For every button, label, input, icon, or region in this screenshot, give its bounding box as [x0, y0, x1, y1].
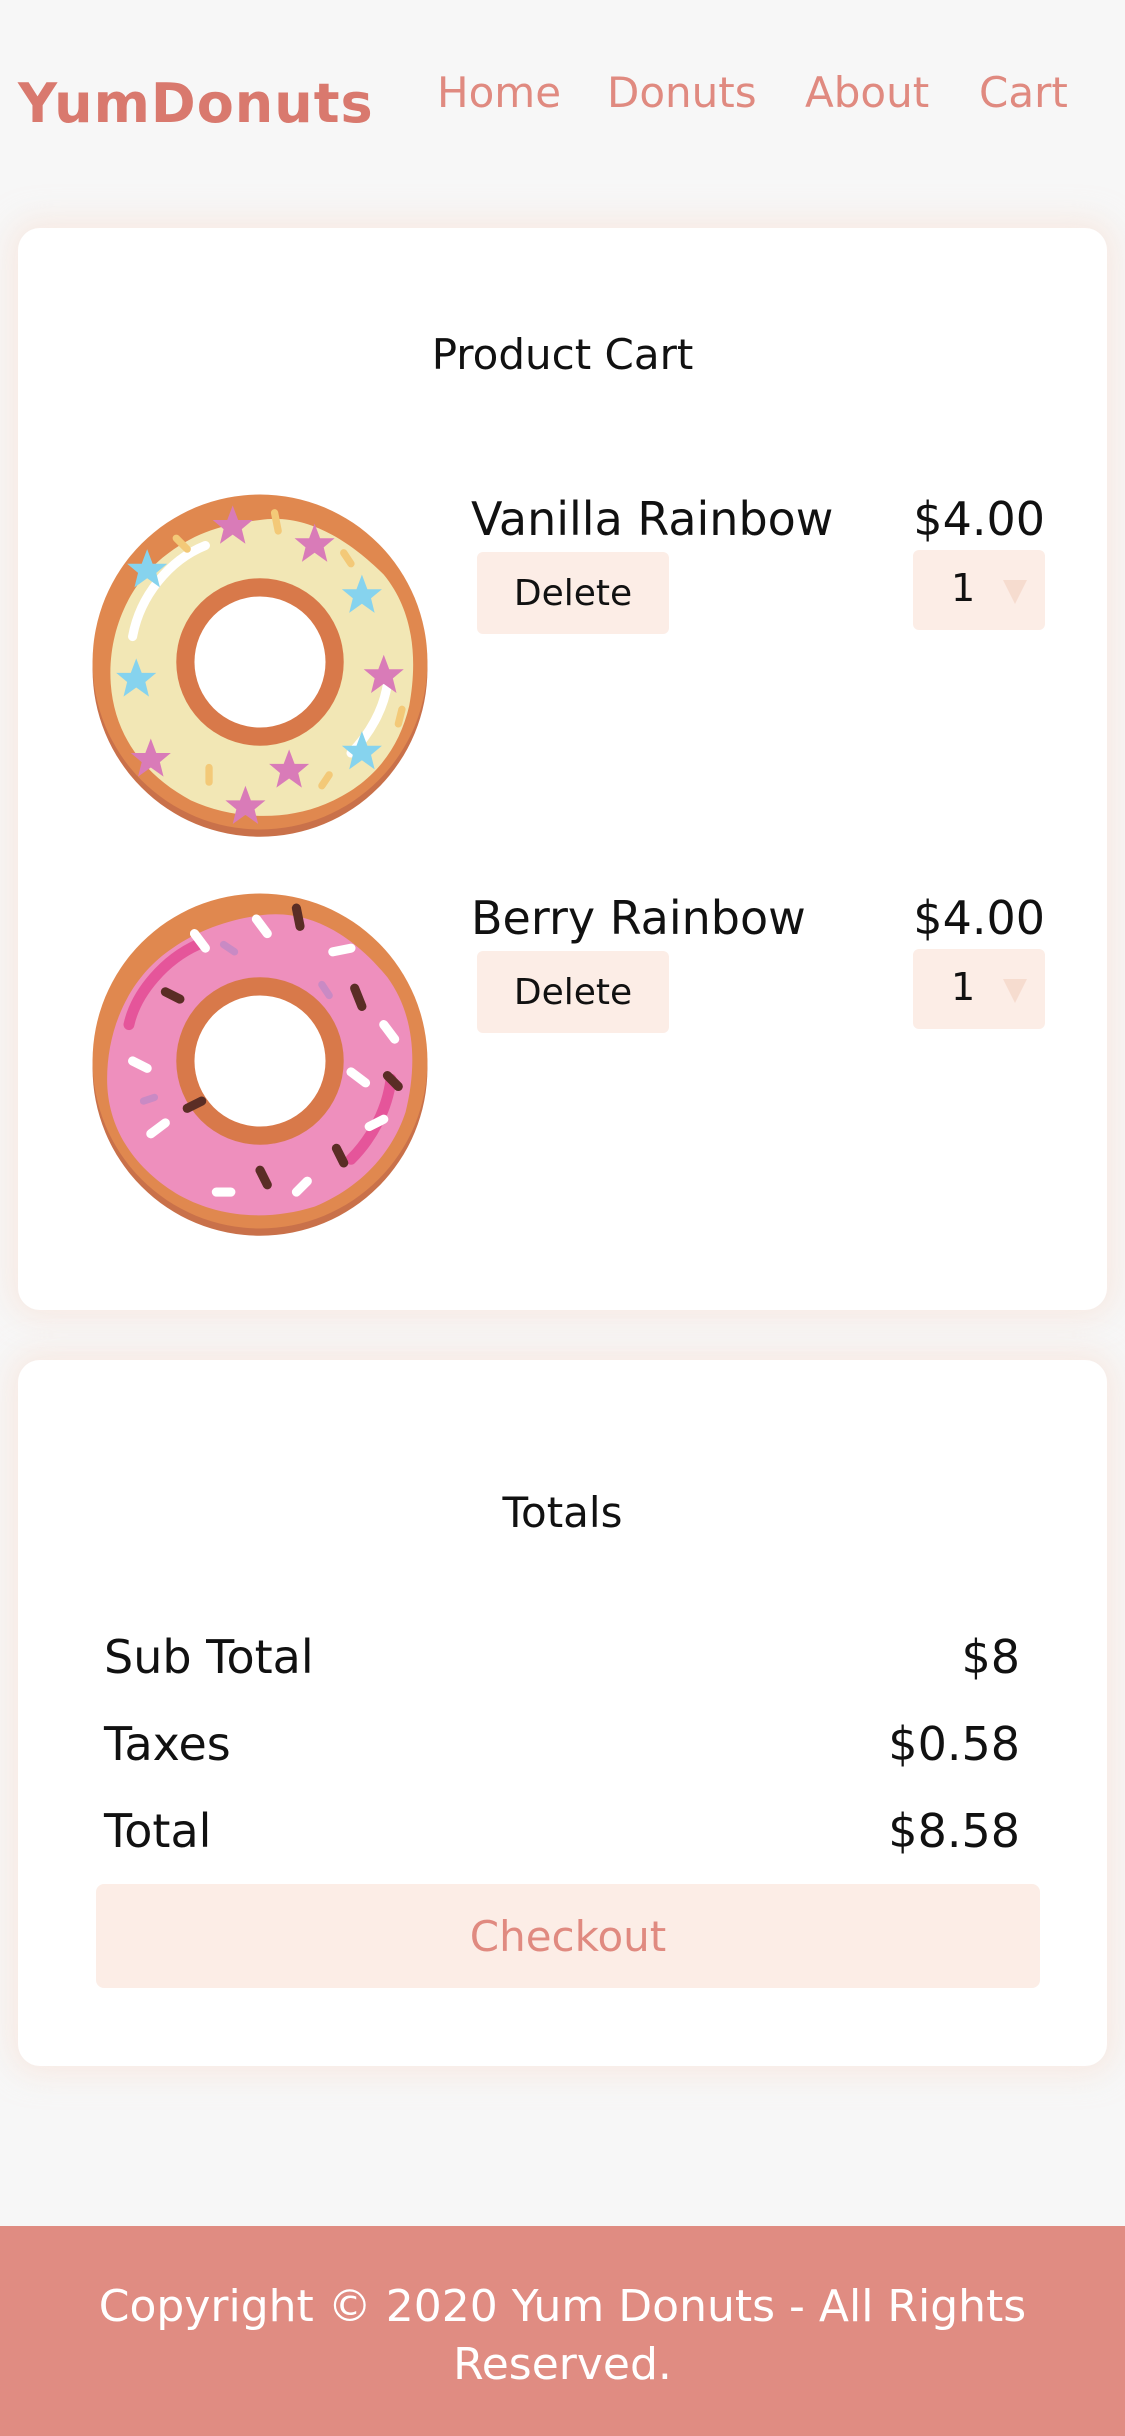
- nav-home[interactable]: Home: [437, 68, 561, 117]
- totals-card: Totals Sub Total $8 Taxes $0.58 Total $8…: [18, 1360, 1107, 2066]
- quantity-select[interactable]: 1: [913, 550, 1045, 630]
- quantity-value: 1: [951, 965, 976, 1009]
- chevron-down-icon: [1003, 580, 1027, 604]
- total-label: Total: [104, 1804, 212, 1858]
- taxes-label: Taxes: [104, 1717, 231, 1771]
- delete-button[interactable]: Delete: [477, 552, 669, 634]
- cart-item: Vanilla Rainbow Delete $4.00 1: [18, 480, 1107, 860]
- item-price: $4.00: [913, 492, 1045, 546]
- subtotal-row: Sub Total $8: [104, 1630, 1020, 1690]
- item-name: Berry Rainbow: [471, 891, 806, 945]
- main-nav: Home Donuts About Cart: [0, 68, 1125, 128]
- taxes-row: Taxes $0.58: [104, 1717, 1020, 1777]
- delete-button[interactable]: Delete: [477, 951, 669, 1033]
- subtotal-label: Sub Total: [104, 1630, 314, 1684]
- nav-donuts[interactable]: Donuts: [607, 68, 757, 117]
- totals-title: Totals: [502, 1488, 623, 1537]
- item-name: Vanilla Rainbow: [471, 492, 834, 546]
- total-row: Total $8.58: [104, 1804, 1020, 1864]
- copyright-text: Copyright © 2020 Yum Donuts - All Rights…: [98, 2281, 1027, 2390]
- checkout-button[interactable]: Checkout: [96, 1884, 1040, 1988]
- berry-donut-icon: [92, 893, 428, 1236]
- item-price: $4.00: [913, 891, 1045, 945]
- cart-item: Berry Rainbow Delete $4.00 1: [18, 879, 1107, 1259]
- product-cart-card: Product Cart Vanilla Rainbow Delete $4.0…: [18, 228, 1107, 1310]
- site-footer: Copyright © 2020 Yum Donuts - All Rights…: [0, 2226, 1125, 2436]
- chevron-down-icon: [1003, 979, 1027, 1003]
- vanilla-donut-icon: [92, 494, 428, 837]
- nav-cart[interactable]: Cart: [979, 68, 1068, 117]
- nav-about[interactable]: About: [805, 68, 929, 117]
- quantity-select[interactable]: 1: [913, 949, 1045, 1029]
- quantity-value: 1: [951, 566, 976, 610]
- taxes-value: $0.58: [888, 1717, 1020, 1771]
- total-value: $8.58: [888, 1804, 1020, 1858]
- site-header: YumDonuts Home Donuts About Cart: [0, 0, 1125, 190]
- subtotal-value: $8: [961, 1630, 1020, 1684]
- cart-title: Product Cart: [431, 330, 694, 379]
